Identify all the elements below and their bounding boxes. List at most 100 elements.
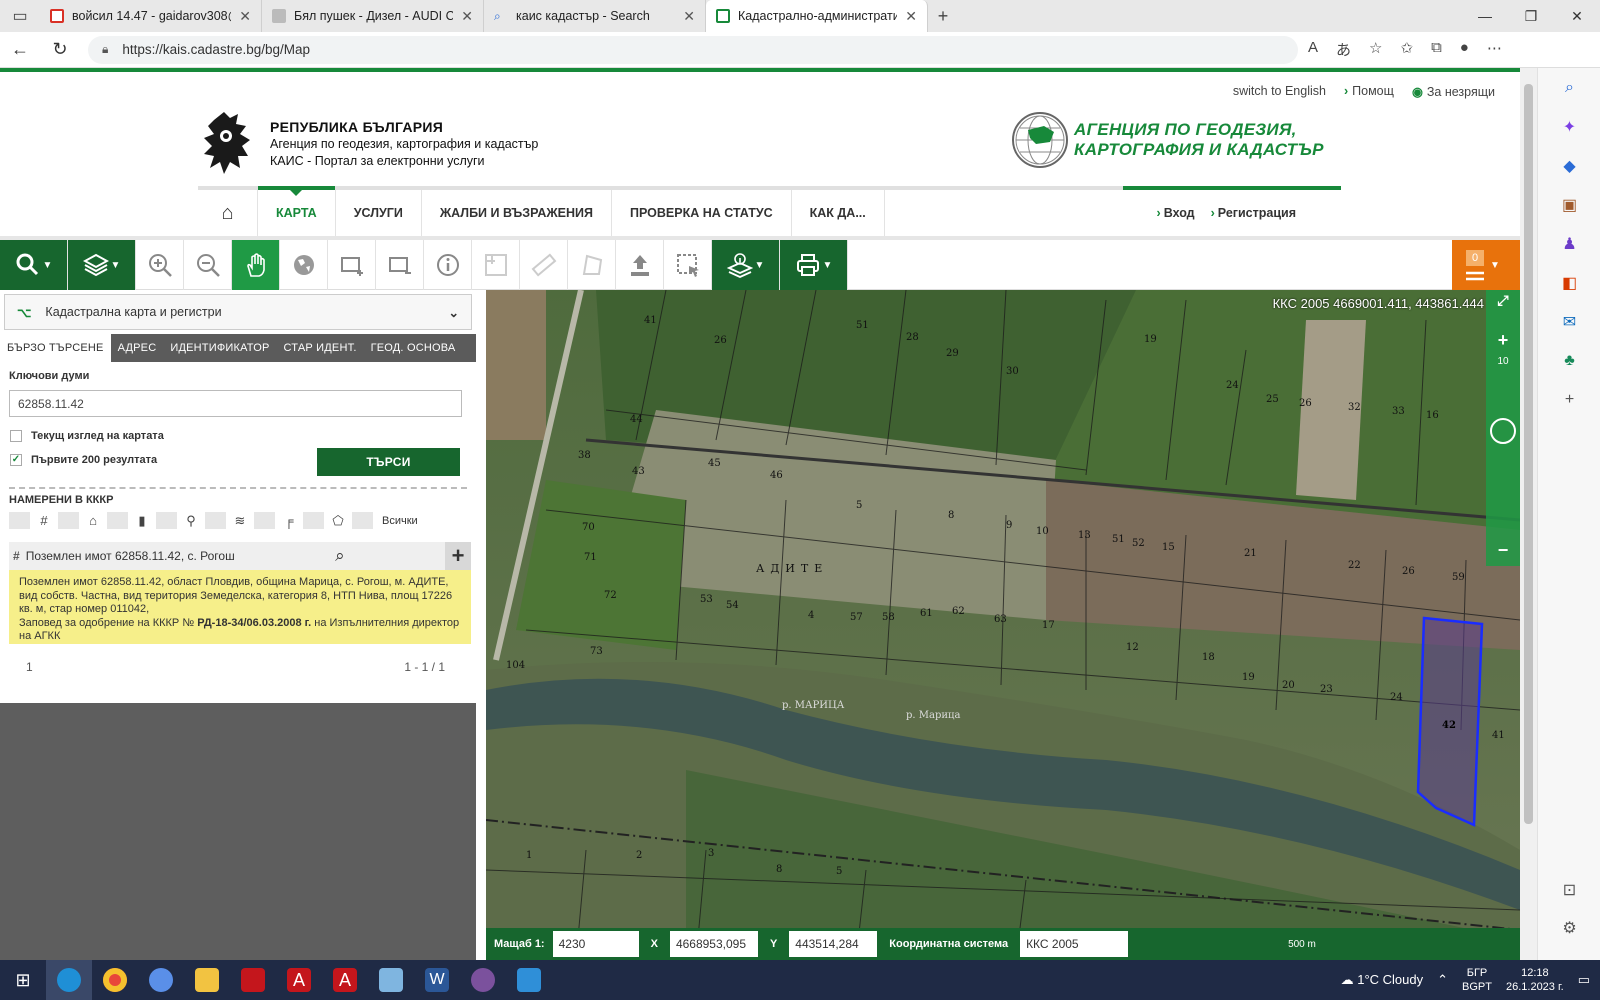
zoom-out-icon[interactable]: −	[1486, 540, 1520, 561]
acrobat-icon[interactable]	[230, 960, 276, 1000]
games-icon[interactable]: ♟	[1538, 224, 1600, 263]
more-icon[interactable]: ⋯	[1487, 39, 1502, 60]
filter-checkbox[interactable]	[254, 512, 275, 529]
viber-icon[interactable]	[460, 960, 506, 1000]
agency-logo[interactable]: АГЕНЦИЯ ПО ГЕОДЕЗИЯ, КАРТОГРАФИЯ И КАДАС…	[1012, 112, 1324, 168]
scale-input[interactable]: 4230	[552, 931, 639, 957]
menu-item-complaints[interactable]: ЖАЛБИ И ВЪЗРАЖЕНИЯ	[422, 190, 612, 236]
tab-quick-search[interactable]: БЪРЗО ТЪРСЕНЕ	[0, 334, 111, 362]
search-icon[interactable]: ⌕	[1538, 68, 1600, 107]
zoom-box-in-button[interactable]	[328, 240, 376, 290]
close-tab-icon[interactable]: ✕	[461, 8, 473, 25]
close-tab-icon[interactable]: ✕	[239, 8, 251, 25]
tab-actions-icon[interactable]: ▭	[0, 6, 40, 26]
browser-taskbar-icon[interactable]	[138, 960, 184, 1000]
new-tab-button[interactable]: +	[928, 6, 958, 27]
favorite-add-icon[interactable]: ☆	[1369, 39, 1382, 60]
weather-widget[interactable]: ☁ 1°C Cloudy	[1341, 972, 1424, 988]
autocad-lt-icon[interactable]: A	[322, 960, 368, 1000]
layers-tool-button[interactable]: ▼	[68, 240, 136, 290]
info-button[interactable]	[424, 240, 472, 290]
browser-tab-kais[interactable]: Кадастрално-административна ✕	[706, 0, 928, 32]
url-field[interactable]: 🔒︎ https://kais.cadastre.bg/bg/Map	[88, 35, 1298, 64]
tab-identifier[interactable]: ИДЕНТИФИКАТОР	[163, 334, 276, 362]
filter-all-checkbox[interactable]	[352, 512, 373, 529]
zoom-in-icon[interactable]: +	[1486, 330, 1520, 351]
close-window-icon[interactable]: ✕	[1554, 0, 1600, 32]
minimize-icon[interactable]: —	[1462, 0, 1508, 32]
measure-distance-button[interactable]	[520, 240, 568, 290]
zoom-out-button[interactable]	[184, 240, 232, 290]
page-number[interactable]: 1	[26, 660, 33, 674]
pan-tool-button[interactable]	[232, 240, 280, 290]
measure-area-button[interactable]	[568, 240, 616, 290]
menu-item-services[interactable]: УСЛУГИ	[336, 190, 422, 236]
first-200-checkbox[interactable]: ✓ Първите 200 резултата	[10, 454, 157, 466]
menu-item-map[interactable]: КАРТА	[258, 186, 336, 236]
clock[interactable]: 12:18 26.1.2023 г.	[1506, 966, 1564, 994]
help-link[interactable]: › Помощ	[1344, 84, 1394, 99]
select-tool-button[interactable]	[664, 240, 712, 290]
browser-tab-gmail[interactable]: войсил 14.47 - gaidarov308@gm ✕	[40, 0, 262, 32]
home-icon[interactable]: ⌂	[198, 190, 258, 236]
zoom-box-out-button[interactable]	[376, 240, 424, 290]
upload-button[interactable]	[616, 240, 664, 290]
filter-checkbox[interactable]	[205, 512, 226, 529]
copilot-icon[interactable]: ✦	[1538, 107, 1600, 146]
browser-tab-search[interactable]: ⌕ каис кадастър - Search ✕	[484, 0, 706, 32]
file-explorer-icon[interactable]	[184, 960, 230, 1000]
menu-item-how-to[interactable]: КАК ДА...	[792, 190, 885, 236]
layer-select[interactable]: ⌥ Кадастрална карта и регистри ⌄	[4, 294, 472, 330]
read-aloud-icon[interactable]: A	[1308, 39, 1318, 60]
crs-select[interactable]: ККС 2005	[1020, 931, 1129, 957]
shopping-icon[interactable]: ◆	[1538, 146, 1600, 185]
notepad-icon[interactable]	[368, 960, 414, 1000]
office-icon[interactable]: ◧	[1538, 263, 1600, 302]
tools-icon[interactable]: ▣	[1538, 185, 1600, 224]
filter-checkbox[interactable]	[107, 512, 128, 529]
outlook-icon[interactable]: ✉	[1538, 302, 1600, 341]
tab-address[interactable]: АДРЕС	[111, 334, 164, 362]
tab-geodetic-base[interactable]: ГЕОД. ОСНОВА	[364, 334, 463, 362]
settings-icon[interactable]: ⚙	[1538, 908, 1600, 947]
close-tab-icon[interactable]: ✕	[905, 8, 917, 25]
search-button[interactable]: ТЪРСИ	[317, 448, 460, 476]
full-extent-button[interactable]	[280, 240, 328, 290]
back-icon[interactable]: ←	[0, 39, 40, 60]
filter-checkbox[interactable]	[58, 512, 79, 529]
measure-coordinates-button[interactable]	[472, 240, 520, 290]
translate-icon[interactable]: あ	[1336, 39, 1351, 60]
filter-checkbox[interactable]	[9, 512, 30, 529]
menu-item-status-check[interactable]: ПРОВЕРКА НА СТАТУС	[612, 190, 792, 236]
zoom-to-result-icon[interactable]: ⌕	[327, 542, 353, 570]
add-to-cart-icon[interactable]: +	[445, 542, 471, 570]
switch-language-link[interactable]: switch to English	[1233, 84, 1326, 99]
edge-taskbar-icon[interactable]	[46, 960, 92, 1000]
layer-info-button[interactable]: ▼	[712, 240, 780, 290]
notifications-icon[interactable]: ▭	[1578, 972, 1590, 988]
result-row[interactable]: # Поземлен имот 62858.11.42, с. Рогош ⌕ …	[9, 542, 471, 570]
sidebar-toggle-icon[interactable]: ⊡	[1538, 870, 1600, 909]
zoom-in-button[interactable]	[136, 240, 184, 290]
register-link[interactable]: › Регистрация	[1211, 206, 1296, 220]
x-coordinate-field[interactable]: 4668953,095	[669, 931, 758, 957]
language-indicator[interactable]: БГР BGPT	[1462, 966, 1492, 994]
word-icon[interactable]: W	[414, 960, 460, 1000]
filter-checkbox[interactable]	[303, 512, 324, 529]
search-tool-button[interactable]: ▼	[0, 240, 68, 290]
tree-icon[interactable]: ♣	[1538, 341, 1600, 380]
print-button[interactable]: ▼	[780, 240, 848, 290]
scrollbar-thumb[interactable]	[1524, 84, 1533, 824]
favorites-icon[interactable]: ✩	[1400, 39, 1413, 60]
browser-tab-audi[interactable]: Бял пушек - Дизел - AUDI CLUB ✕	[262, 0, 484, 32]
profile-icon[interactable]: ●	[1460, 39, 1469, 60]
tab-old-identifier[interactable]: СТАР ИДЕНТ.	[277, 334, 364, 362]
login-link[interactable]: › Вход	[1157, 206, 1195, 220]
tray-chevron-icon[interactable]: ⌃	[1437, 972, 1448, 988]
windows-start-icon[interactable]: ⊞	[0, 960, 46, 1000]
refresh-icon[interactable]: ↻	[40, 39, 80, 60]
zoom-slider-handle[interactable]	[1490, 418, 1516, 444]
add-icon[interactable]: +	[1538, 380, 1600, 419]
filter-checkbox[interactable]	[156, 512, 177, 529]
restore-icon[interactable]: ❐	[1508, 0, 1554, 32]
